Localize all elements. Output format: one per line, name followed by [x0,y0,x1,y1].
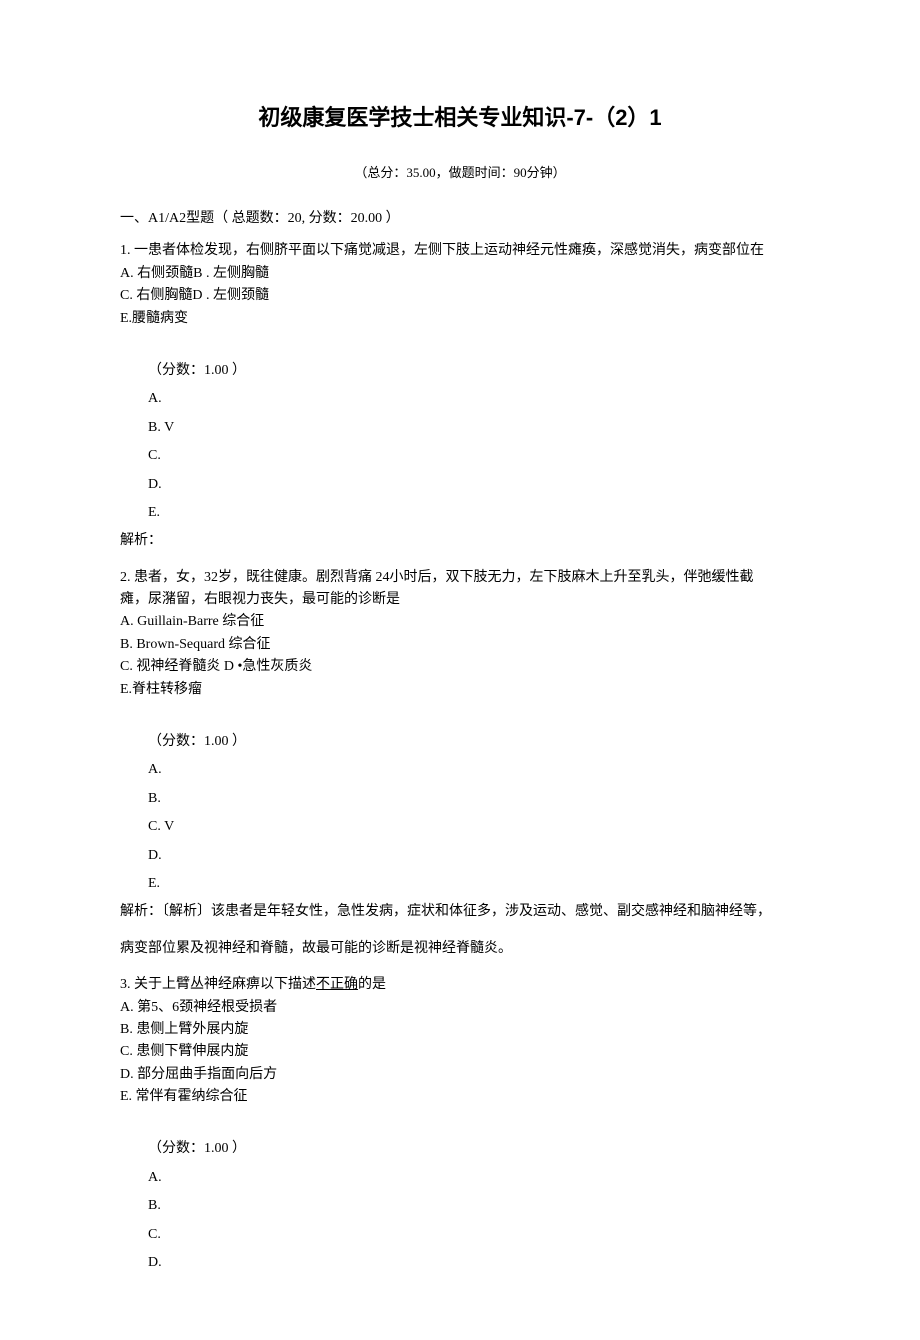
answer-choice-c: C. V [148,816,800,838]
stem-text: 的是 [358,977,386,992]
question-option: B. Brown-Sequard 综合征 [120,634,800,656]
answer-choice-d: D. [148,845,800,867]
stem-underline: 不正确 [316,977,358,992]
answer-choice-b: B. V [148,417,800,439]
question-stem: 1. 一患者体检发现，右侧脐平面以下痛觉减退，左侧下肢上运动神经元性瘫痪，深感觉… [120,240,800,262]
question-option: E. 常伴有霍纳综合征 [120,1086,800,1108]
answer-choice-c: C. [148,1224,800,1246]
answer-choice-d: D. [148,1252,800,1274]
exam-summary: （总分：35.00，做题时间：90分钟） [120,163,800,184]
answer-choice-a: A. [148,388,800,410]
answer-choice-e: E. [148,873,800,895]
answer-analysis: 解析： [120,530,800,552]
score-line: （分数：1.00 ） [148,1138,800,1160]
score-block: （分数：1.00 ） A. B. C. V D. E. [148,731,800,895]
question-option: D. 部分屈曲手指面向后方 [120,1064,800,1086]
question-option: C. 患侧下臂伸展内旋 [120,1041,800,1063]
answer-choice-b: B. [148,1195,800,1217]
question-stem: 2. 患者，女，32岁，既往健康。剧烈背痛 24小时后，双下肢无力，左下肢麻木上… [120,567,800,589]
question-option: E.腰髓病变 [120,308,800,330]
section-heading: 一、A1/A2型题（ 总题数：20, 分数：20.00 ） [120,208,800,230]
stem-text: 3. 关于上臂丛神经麻痹以下描述 [120,977,316,992]
question-option: C. 右侧胸髓D . 左侧颈髓 [120,285,800,307]
question-option: C. 视神经脊髓炎 D •急性灰质炎 [120,656,800,678]
answer-choice-b: B. [148,788,800,810]
answer-choice-c: C. [148,445,800,467]
answer-choice-a: A. [148,759,800,781]
score-line: （分数：1.00 ） [148,731,800,753]
question-option: B. 患侧上臂外展内旋 [120,1019,800,1041]
answer-choice-d: D. [148,474,800,496]
answer-choice-e: E. [148,502,800,524]
score-block: （分数：1.00 ） A. B. C. D. [148,1138,800,1274]
question-option: A. 第5、6颈神经根受损者 [120,997,800,1019]
score-block: （分数：1.00 ） A. B. V C. D. E. [148,360,800,524]
answer-analysis: 病变部位累及视神经和脊髓，故最可能的诊断是视神经脊髓炎。 [120,938,800,960]
question-option: A. 右侧颈髓B . 左侧胸髓 [120,263,800,285]
question-stem: 瘫，尿潴留，右眼视力丧失，最可能的诊断是 [120,589,800,611]
score-line: （分数：1.00 ） [148,360,800,382]
answer-analysis: 解析：〔解析〕该患者是年轻女性，急性发病，症状和体征多，涉及运动、感觉、副交感神… [120,901,800,923]
question-option: A. Guillain-Barre 综合征 [120,611,800,633]
question-option: E.脊柱转移瘤 [120,679,800,701]
question-stem: 3. 关于上臂丛神经麻痹以下描述不正确的是 [120,974,800,996]
page-title: 初级康复医学技士相关专业知识-7-（2）1 [120,100,800,135]
answer-choice-a: A. [148,1167,800,1189]
